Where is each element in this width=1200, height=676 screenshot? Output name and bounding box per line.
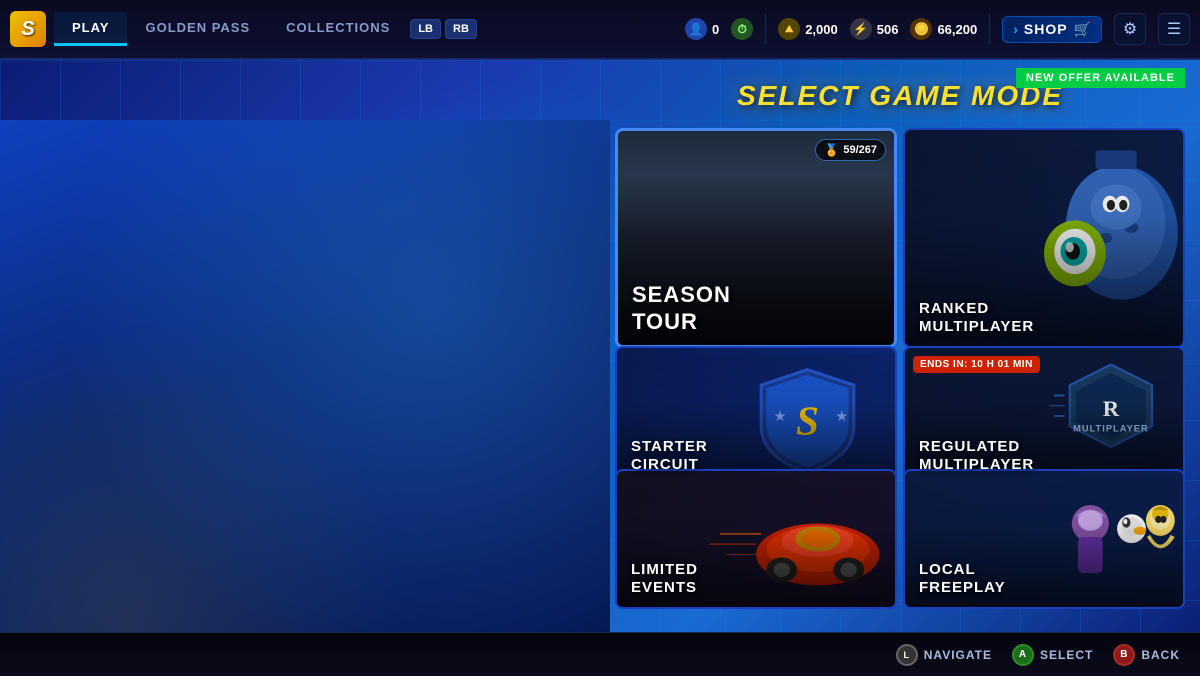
new-offer-banner: NEW OFFER AVAILABLE	[1016, 68, 1185, 88]
bottom-control-bar: L NAVIGATE A SELECT B BACK	[0, 632, 1200, 676]
shop-label: SHOP	[1024, 21, 1068, 37]
nav-lb-button[interactable]: LB	[410, 19, 441, 39]
speedometer-currency: ⚡ 506	[850, 18, 899, 40]
season-tour-card[interactable]: 🏅 59/267 SEASON TOUR	[615, 128, 897, 348]
tab-collections[interactable]: COLLECTIONS	[268, 12, 408, 46]
select-control: A SELECT	[1012, 644, 1093, 666]
mountain-value: 2,000	[805, 22, 838, 37]
tab-play[interactable]: PLAY	[54, 12, 127, 46]
season-tour-label: SEASON TOUR	[632, 282, 880, 335]
season-tour-badge: 🏅 59/267	[815, 139, 886, 161]
back-label: BACK	[1141, 648, 1180, 662]
freeplay-label: LOCAL FREEPLAY	[919, 561, 1169, 597]
nav-right-section: 👤 0 ⏱ ⛰ 2,000 ⚡ 506 🪙 66,200 › SHOP 🛒 ⚙ …	[685, 13, 1190, 45]
navigate-control: L NAVIGATE	[896, 644, 992, 666]
ranked-multiplayer-card[interactable]: 01 RANKED MULTIPLAYER	[903, 128, 1185, 348]
nav-rb-button[interactable]: RB	[445, 19, 477, 39]
settings-button[interactable]: ⚙	[1114, 13, 1146, 45]
character-background	[0, 120, 610, 676]
season-tour-badge-value: 59/267	[843, 144, 877, 156]
timer-icon: ⏱	[731, 18, 753, 40]
timer-stat: ⏱	[731, 18, 753, 40]
ranked-label: RANKED MULTIPLAYER	[919, 300, 1169, 336]
speedometer-icon: ⚡	[850, 18, 872, 40]
coins-icon: 🪙	[910, 18, 932, 40]
players-value: 0	[712, 22, 719, 37]
freeplay-content: LOCAL FREEPLAY	[905, 551, 1183, 607]
regulated-multiplayer-card[interactable]: R MULTIPLAYER ENDS IN: 10 H 01 MIN REGUL…	[903, 346, 1185, 486]
shop-button[interactable]: › SHOP 🛒	[1002, 16, 1102, 43]
coin-icon: 🏅	[824, 143, 839, 157]
navigate-label: NAVIGATE	[924, 648, 992, 662]
main-content: SELECT GAME MODE	[600, 60, 1200, 676]
limited-content: LIMITED EVENTS	[617, 551, 895, 607]
menu-button[interactable]: ☰	[1158, 13, 1190, 45]
tab-golden-pass[interactable]: GOLDEN PASS	[127, 12, 268, 46]
local-freeplay-card[interactable]: LOCAL FREEPLAY	[903, 469, 1185, 609]
limited-label: LIMITED EVENTS	[631, 561, 881, 597]
starter-circuit-card[interactable]: S ★ ★ STARTER CIRCUIT	[615, 346, 897, 486]
coins-value: 66,200	[937, 22, 977, 37]
shop-arrow-icon: ›	[1013, 21, 1018, 37]
season-tour-content: SEASON TOUR	[618, 272, 894, 345]
starter-label: STARTER CIRCUIT	[631, 438, 881, 474]
a-button: A	[1012, 644, 1034, 666]
nav-divider-1	[765, 14, 766, 44]
app-logo: S	[10, 11, 46, 47]
regulated-label: REGULATED MULTIPLAYER	[919, 438, 1169, 474]
speedometer-value: 506	[877, 22, 899, 37]
top-navigation: S PLAY GOLDEN PASS COLLECTIONS LB RB 👤 0…	[0, 0, 1200, 60]
nav-divider-2	[989, 14, 990, 44]
coins-currency: 🪙 66,200	[910, 18, 977, 40]
character-area	[0, 60, 610, 676]
back-control: B BACK	[1113, 644, 1180, 666]
shop-cart-icon: 🛒	[1074, 21, 1091, 38]
person-icon: 👤	[685, 18, 707, 40]
ends-in-badge: ENDS IN: 10 H 01 MIN	[913, 356, 1040, 373]
mountain-currency: ⛰ 2,000	[778, 18, 838, 40]
players-stat: 👤 0	[685, 18, 719, 40]
starter-content: STARTER CIRCUIT	[617, 428, 895, 484]
select-label: SELECT	[1040, 648, 1093, 662]
nav-tabs: PLAY GOLDEN PASS COLLECTIONS LB RB	[54, 12, 479, 46]
ranked-content: RANKED MULTIPLAYER	[905, 290, 1183, 346]
regulated-content: REGULATED MULTIPLAYER	[905, 428, 1183, 484]
l-button: L	[896, 644, 918, 666]
b-button: B	[1113, 644, 1135, 666]
mountain-icon: ⛰	[778, 18, 800, 40]
limited-events-card[interactable]: LIMITED EVENTS	[615, 469, 897, 609]
